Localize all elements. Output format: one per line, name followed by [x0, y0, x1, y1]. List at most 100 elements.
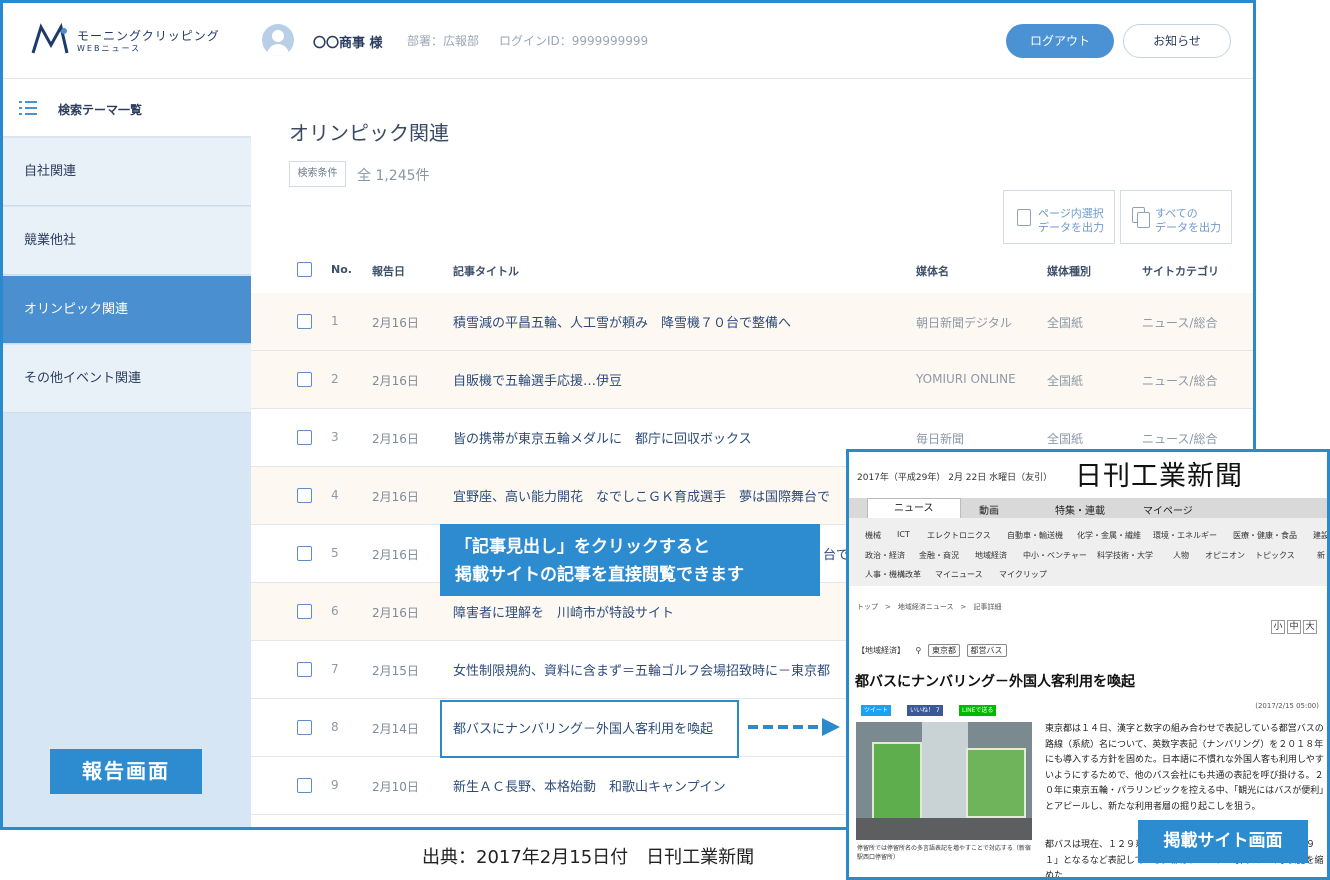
col-media-type: 媒体種別 — [1047, 265, 1091, 278]
row-checkbox[interactable] — [297, 778, 312, 793]
news-subnav-item[interactable]: 環境・エネルギー — [1153, 530, 1217, 541]
news-photo — [856, 722, 1032, 840]
row-checkbox[interactable] — [297, 662, 312, 677]
table-row: 2 2月16日 自販機で五輪選手応援…伊豆 YOMIURI ONLINE 全国紙… — [251, 351, 1253, 409]
logo-subtitle: WEBニュース — [77, 44, 142, 53]
news-subnav-item[interactable]: 建設 — [1313, 530, 1327, 541]
row-title-link[interactable]: 自販機で五輪選手応援…伊豆 — [453, 370, 622, 389]
line-share-button[interactable]: LINEで送る — [959, 705, 997, 716]
news-subnav-item[interactable]: 中小・ベンチャー — [1023, 550, 1087, 561]
col-site-category: サイトカテゴリ — [1142, 265, 1219, 278]
row-site-category: ニュース/総合 — [1142, 374, 1218, 388]
row-no: 2 — [331, 372, 339, 386]
news-subnav-item[interactable]: 医療・健康・食品 — [1233, 530, 1297, 541]
row-title-link[interactable]: 新生ＡＣ長野、本格始動 和歌山キャンプイン — [453, 776, 726, 795]
news-subnav-item[interactable]: マイクリップ — [999, 569, 1047, 580]
stage: モーニングクリッピング WEBニュース 〇〇商事 様 部署：広報部 ログインID… — [0, 0, 1330, 880]
sidebar-item-olympics[interactable]: オリンピック関連 — [3, 276, 251, 344]
news-tags: 【地域経済】 ⚲ 東京都 都営バス — [857, 644, 1007, 657]
row-title-link[interactable]: 障害者に理解を 川崎市が特設サイト — [453, 602, 674, 621]
dashed-arrow-icon — [748, 718, 840, 736]
news-subnav-item[interactable]: 自動車・輸送機 — [1007, 530, 1063, 541]
search-conditions-button[interactable]: 検索条件 — [289, 161, 346, 187]
col-media: 媒体名 — [916, 265, 949, 278]
news-subnav-item[interactable]: 人物 — [1173, 550, 1189, 561]
news-subnav-item[interactable]: マイニュース — [935, 569, 983, 580]
row-checkbox[interactable] — [297, 488, 312, 503]
news-subnav-item[interactable]: 人事・機構改革 — [865, 569, 921, 580]
row-no: 5 — [331, 546, 339, 560]
news-nav-item[interactable]: マイページ — [1143, 502, 1193, 517]
row-date: 2月16日 — [372, 548, 419, 562]
font-size-small-button[interactable]: 小 — [1271, 620, 1285, 634]
row-date: 2月16日 — [372, 606, 419, 620]
news-tag[interactable]: 東京都 — [927, 644, 960, 657]
news-subnav-item[interactable]: トピックス — [1255, 550, 1295, 561]
row-checkbox[interactable] — [297, 372, 312, 387]
news-timestamp: (2017/2/15 05:00) — [1255, 702, 1319, 710]
row-site-category: ニュース/総合 — [1142, 316, 1218, 330]
row-title-link[interactable]: 積雪減の平昌五輪、人工雪が頼み 降雪機７０台で整備へ — [453, 312, 791, 331]
row-no: 8 — [331, 720, 339, 734]
news-nav-item[interactable]: ニュース — [867, 498, 961, 518]
row-no: 4 — [331, 488, 339, 502]
row-checkbox[interactable] — [297, 430, 312, 445]
sidebar-item-other-events[interactable]: その他イベント関連 — [3, 345, 251, 413]
export-all-button[interactable]: すべての データを出力 — [1120, 190, 1232, 244]
avatar[interactable] — [262, 24, 294, 56]
tweet-button[interactable]: ツイート — [861, 705, 892, 716]
site-screen-badge: 掲載サイト画面 — [1138, 820, 1308, 863]
news-subnav: 機械 ICT エレクトロニクス 自動車・輸送機 化学・金属・繊維 環境・エネルギ… — [849, 518, 1327, 586]
sidebar-header: 検索テーマ一覧 — [3, 79, 251, 137]
row-media: 朝日新聞デジタル — [916, 316, 1012, 330]
row-media-type: 全国紙 — [1047, 316, 1084, 330]
company-name: 〇〇商事 様 — [313, 36, 383, 51]
row-checkbox[interactable] — [297, 604, 312, 619]
export-all-label-2: データを出力 — [1155, 221, 1221, 234]
notice-button[interactable]: お知らせ — [1123, 24, 1231, 58]
col-date: 報告日 — [372, 265, 405, 278]
logout-button[interactable]: ログアウト — [1006, 24, 1114, 58]
font-size-large-button[interactable]: 大 — [1303, 620, 1317, 634]
row-no: 1 — [331, 314, 339, 328]
header: モーニングクリッピング WEBニュース 〇〇商事 様 部署：広報部 ログインID… — [3, 3, 1253, 79]
export-selected-label-2: データを出力 — [1038, 221, 1104, 234]
row-date: 2月16日 — [372, 316, 419, 330]
source-caption: 出典：2017年2月15日付 日刊工業新聞 — [422, 847, 755, 868]
row-media: YOMIURI ONLINE — [916, 372, 1016, 386]
font-size-medium-button[interactable]: 中 — [1287, 620, 1301, 634]
news-body: 東京都は１４日、漢字と数字の組み合わせで表記している都営バスの路線（系統）名につ… — [1045, 724, 1324, 812]
export-selected-button[interactable]: ページ内選択 データを出力 — [1003, 190, 1115, 244]
news-subnav-item[interactable]: 金融・商況 — [919, 550, 959, 561]
callout-line-2: 掲載サイトの記事を直接閲覧できます — [455, 565, 744, 585]
select-all-checkbox[interactable] — [297, 262, 312, 277]
row-no: 6 — [331, 604, 339, 618]
news-nav-item[interactable]: 動画 — [979, 502, 999, 517]
row-title-link[interactable]: 宜野座、高い能力開花 なでしこＧＫ育成選手 夢は国際舞台で — [453, 486, 830, 505]
news-subnav-item[interactable]: 政治・経済 — [865, 550, 905, 561]
news-subnav-item[interactable]: エレクトロニクス — [927, 530, 991, 541]
callout-line-1: 「記事見出し」をクリックすると — [455, 537, 710, 557]
news-subnav-item[interactable]: 機械 — [865, 530, 881, 541]
facebook-like-button[interactable]: いいね！ 7 — [907, 705, 943, 716]
news-subnav-item[interactable]: 新 — [1317, 550, 1325, 561]
row-title-link[interactable]: 皆の携帯が東京五輪メダルに 都庁に回収ボックス — [453, 428, 752, 447]
news-breadcrumb[interactable]: トップ > 地域経済ニュース > 記事詳細 — [857, 602, 1001, 612]
row-checkbox[interactable] — [297, 546, 312, 561]
news-category-label: 【地域経済】 — [857, 646, 905, 655]
sidebar-item-competitors[interactable]: 競業他社 — [3, 207, 251, 275]
result-count: 全 1,245件 — [357, 168, 430, 184]
sidebar-item-own-company[interactable]: 自社関連 — [3, 138, 251, 206]
news-subnav-item[interactable]: 科学技術・大学 — [1097, 550, 1153, 561]
news-subnav-item[interactable]: 地域経済 — [975, 550, 1007, 561]
news-subnav-item[interactable]: 化学・金属・繊維 — [1077, 530, 1141, 541]
row-checkbox[interactable] — [297, 720, 312, 735]
news-tag[interactable]: 都営バス — [966, 644, 1007, 657]
news-subnav-item[interactable]: ICT — [897, 530, 910, 539]
news-subnav-item[interactable]: オピニオン — [1205, 550, 1245, 561]
row-title-link[interactable]: 女性制限規約、資料に含まず＝五輪ゴルフ会場招致時に－東京都 — [453, 660, 830, 679]
sidebar: 検索テーマ一覧 自社関連 競業他社 オリンピック関連 その他イベント関連 報告画… — [3, 79, 251, 827]
row-checkbox[interactable] — [297, 314, 312, 329]
row-date: 2月16日 — [372, 432, 419, 446]
news-nav-item[interactable]: 特集・連載 — [1055, 502, 1105, 517]
